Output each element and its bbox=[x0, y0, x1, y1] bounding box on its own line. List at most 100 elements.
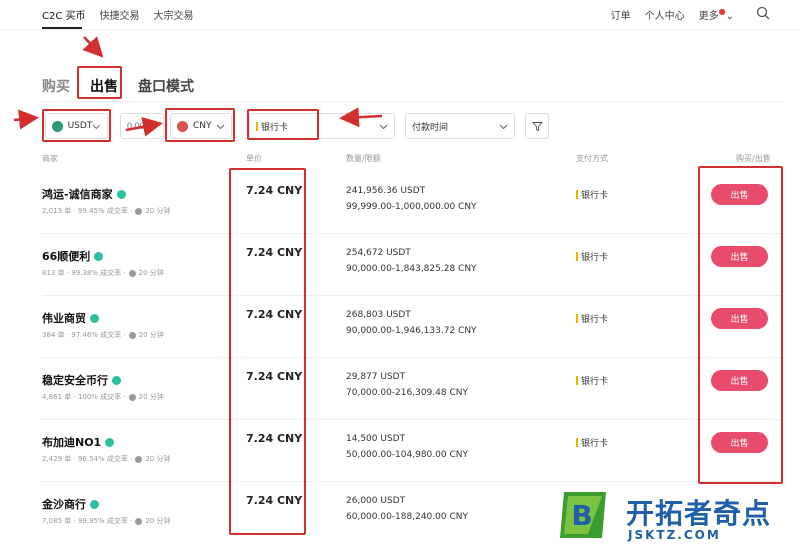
nav-quick-trade[interactable]: 快捷交易 bbox=[100, 7, 140, 22]
tab-buy[interactable]: 购买 bbox=[42, 76, 70, 96]
verified-badge-icon bbox=[116, 189, 126, 199]
merchant-name[interactable]: 伟业商贸 bbox=[42, 310, 99, 326]
order-limit: 90,000.00-1,946,133.72 CNY bbox=[346, 326, 477, 336]
merchant-name[interactable]: 66顺便利 bbox=[42, 248, 104, 264]
col-quantity-limit: 数量/限额 bbox=[346, 154, 381, 163]
nav-block-trade[interactable]: 大宗交易 bbox=[154, 7, 194, 22]
verified-badge-icon bbox=[90, 499, 99, 509]
merchant-stats-text: 2,429 单 · 96.54% 成交率 · bbox=[42, 455, 133, 463]
merchant-stats: 7,085 单 · 99.95% 成交率 · 20 分钟 bbox=[42, 516, 170, 526]
sell-button[interactable]: 出售 bbox=[711, 370, 768, 391]
unit-price: 7.24 CNY bbox=[246, 308, 303, 321]
table-row: 布加迪NO1 2,429 单 · 96.54% 成交率 · 20 分钟 7.24 … bbox=[42, 420, 782, 482]
merchant-stats: 813 单 · 99.38% 成交率 · 20 分钟 bbox=[42, 268, 164, 278]
verified-badge-icon bbox=[94, 251, 104, 261]
sell-button[interactable]: 出售 bbox=[711, 184, 768, 205]
chevron-down-icon bbox=[379, 124, 388, 129]
logo-b-icon: B bbox=[560, 492, 606, 538]
unit-price: 7.24 CNY bbox=[246, 184, 303, 197]
order-limit: 90,000.00-1,843,825.28 CNY bbox=[346, 264, 477, 274]
unit-price: 7.24 CNY bbox=[246, 370, 303, 383]
pay-time: 20 分钟 bbox=[145, 207, 171, 215]
available-quantity: 29,877 USDT bbox=[346, 372, 406, 382]
payment-select[interactable]: 银行卡 bbox=[249, 113, 395, 139]
clock-icon bbox=[135, 455, 143, 463]
available-quantity: 254,672 USDT bbox=[346, 248, 411, 258]
coin-select-value: USDT bbox=[67, 121, 93, 131]
payment-method: 银行卡 bbox=[576, 436, 608, 449]
chevron-down-icon bbox=[216, 124, 225, 129]
nav-orders[interactable]: 订单 bbox=[611, 7, 631, 22]
merchant-name[interactable]: 布加迪NO1 bbox=[42, 434, 115, 450]
unit-price: 7.24 CNY bbox=[246, 432, 303, 445]
payment-method-text: 银行卡 bbox=[581, 253, 609, 263]
merchant-name-text: 布加迪NO1 bbox=[42, 436, 102, 449]
coin-select[interactable]: USDT bbox=[45, 113, 108, 139]
search-icon[interactable] bbox=[756, 6, 770, 20]
merchant-stats: 4,861 单 · 100% 成交率 · 20 分钟 bbox=[42, 392, 164, 402]
merchant-name-text: 伟业商贸 bbox=[42, 312, 86, 325]
watermark-logo: B 开拓者奇点 JSKTZ.COM bbox=[558, 488, 800, 547]
top-nav-left: C2C 买币 快捷交易 大宗交易 bbox=[42, 7, 194, 22]
clock-icon bbox=[135, 207, 143, 215]
clock-icon bbox=[128, 331, 136, 339]
tab-sell[interactable]: 出售 bbox=[90, 76, 118, 96]
merchant-name[interactable]: 鸿运-诚信商家 bbox=[42, 186, 126, 202]
payment-select-value: 银行卡 bbox=[261, 122, 289, 133]
nav-user-center[interactable]: 个人中心 bbox=[645, 7, 685, 22]
watermark-domain: JSKTZ.COM bbox=[628, 528, 721, 542]
payment-method-text: 银行卡 bbox=[581, 377, 609, 387]
unit-price: 7.24 CNY bbox=[246, 494, 303, 507]
sell-button[interactable]: 出售 bbox=[711, 308, 768, 329]
sell-button[interactable]: 出售 bbox=[711, 246, 768, 267]
table-row: 66顺便利 813 单 · 99.38% 成交率 · 20 分钟 7.24 CNY… bbox=[42, 234, 782, 296]
pay-time: 20 分钟 bbox=[145, 517, 171, 525]
bank-card-icon bbox=[576, 376, 578, 385]
payment-method: 银行卡 bbox=[576, 188, 608, 201]
merchant-stats-text: 2,013 单 · 99.45% 成交率 · bbox=[42, 207, 133, 215]
merchant-name-text: 66顺便利 bbox=[42, 250, 91, 263]
payment-time-select[interactable]: 付款时间 bbox=[405, 113, 515, 139]
nav-c2c-buy[interactable]: C2C 买币 bbox=[42, 7, 86, 22]
merchant-name-text: 稳定安全币行 bbox=[42, 374, 108, 387]
nav-active-underline bbox=[42, 27, 82, 29]
merchant-stats: 384 单 · 97.46% 成交率 · 20 分钟 bbox=[42, 330, 164, 340]
nav-more[interactable]: 更多●⌄ bbox=[699, 7, 734, 22]
clock-icon bbox=[135, 517, 143, 525]
verified-badge-icon bbox=[105, 437, 115, 447]
notification-dot: ● bbox=[718, 7, 726, 16]
bank-card-icon bbox=[256, 121, 258, 131]
top-nav-right: 订单 个人中心 更多●⌄ bbox=[611, 7, 766, 22]
payment-method-text: 银行卡 bbox=[581, 315, 609, 325]
sell-button[interactable]: 出售 bbox=[711, 432, 768, 453]
unit-price: 7.24 CNY bbox=[246, 246, 303, 259]
pay-time: 20 分钟 bbox=[138, 393, 164, 401]
fiat-select[interactable]: CNY bbox=[170, 113, 232, 139]
bank-card-icon bbox=[576, 314, 578, 323]
merchant-stats: 2,013 单 · 99.45% 成交率 · 20 分钟 bbox=[42, 206, 170, 216]
tabs-divider bbox=[42, 101, 782, 102]
merchant-stats-text: 384 单 · 97.46% 成交率 · bbox=[42, 331, 126, 339]
merchant-stats: 2,429 单 · 96.54% 成交率 · 20 分钟 bbox=[42, 454, 170, 464]
available-quantity: 14,500 USDT bbox=[346, 434, 406, 444]
tab-orderbook-mode[interactable]: 盘口模式 bbox=[138, 76, 194, 96]
filter-icon bbox=[531, 121, 543, 131]
available-quantity: 241,956.36 USDT bbox=[346, 186, 426, 196]
merchant-name[interactable]: 金沙商行 bbox=[42, 496, 99, 512]
bank-card-icon bbox=[576, 438, 578, 447]
nav-more-label: 更多 bbox=[698, 11, 719, 22]
amount-input[interactable] bbox=[120, 113, 164, 139]
payment-method-text: 银行卡 bbox=[581, 439, 609, 449]
merchant-name-text: 金沙商行 bbox=[42, 498, 86, 511]
table-row: 伟业商贸 384 单 · 97.46% 成交率 · 20 分钟 7.24 CNY … bbox=[42, 296, 782, 358]
order-limit: 70,000.00-216,309.48 CNY bbox=[346, 388, 468, 398]
fiat-select-value: CNY bbox=[193, 121, 212, 131]
table-row: 稳定安全币行 4,861 单 · 100% 成交率 · 20 分钟 7.24 CN… bbox=[42, 358, 782, 420]
col-payment: 支付方式 bbox=[576, 154, 608, 163]
verified-badge-icon bbox=[90, 313, 99, 323]
filter-button[interactable] bbox=[525, 113, 549, 139]
col-merchant: 商家 bbox=[42, 154, 58, 163]
clock-icon bbox=[128, 269, 136, 277]
payment-method: 银行卡 bbox=[576, 374, 608, 387]
merchant-name[interactable]: 稳定安全币行 bbox=[42, 372, 121, 388]
